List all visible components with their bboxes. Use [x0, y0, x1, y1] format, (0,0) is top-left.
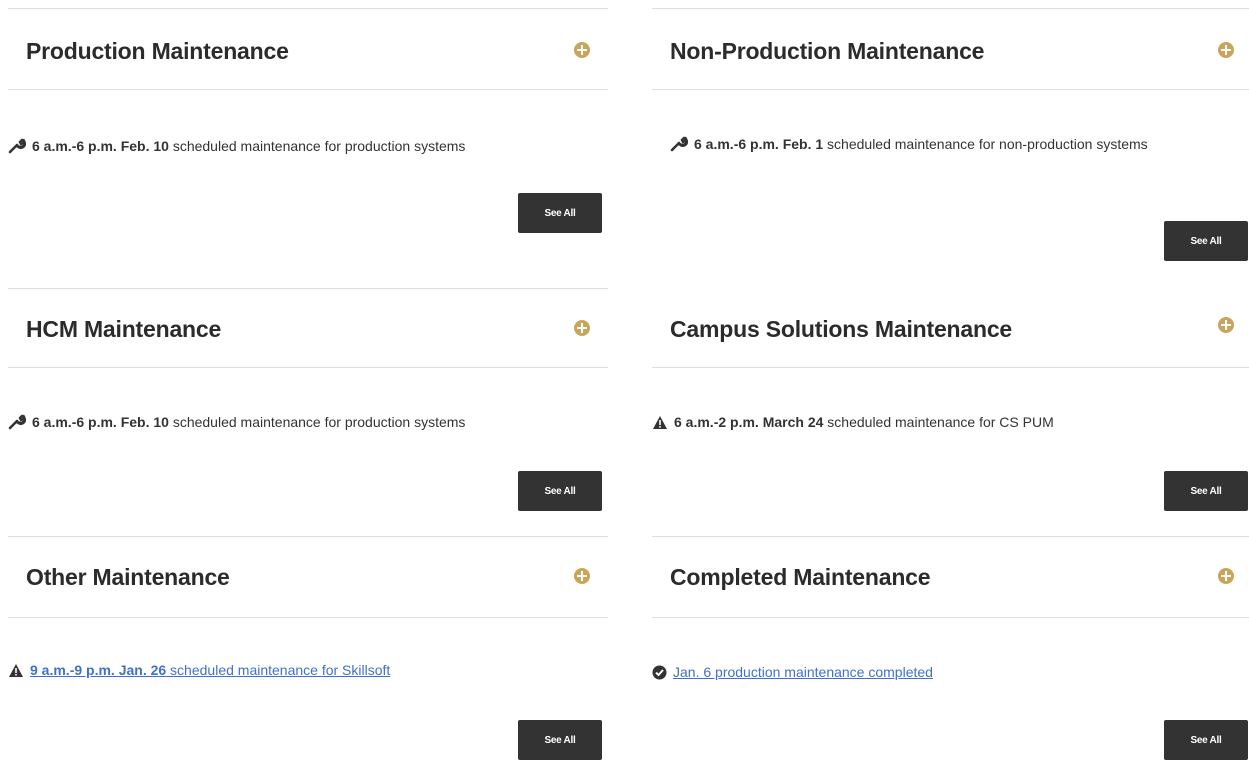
- section-title: Campus Solutions Maintenance: [670, 316, 1013, 342]
- maintenance-entry: 6 a.m.-2 p.m. March 24 scheduled mainten…: [652, 410, 1249, 437]
- wrench-icon: [8, 413, 27, 437]
- entry-text: scheduled maintenance for production sys…: [168, 414, 466, 430]
- section-title: Production Maintenance: [26, 38, 289, 64]
- entry-text: scheduled maintenance for production sys…: [168, 138, 466, 154]
- expand-plus-icon[interactable]: [1218, 317, 1234, 333]
- divider: [8, 89, 608, 90]
- divider: [8, 617, 608, 618]
- entry-time: 6 a.m.-6 p.m. Feb. 10: [32, 138, 169, 154]
- section-title: Completed Maintenance: [670, 564, 931, 590]
- divider: [8, 288, 608, 289]
- divider: [8, 536, 608, 537]
- check-circle-icon: [652, 663, 667, 687]
- see-all-button[interactable]: See All: [518, 720, 602, 760]
- expand-plus-icon[interactable]: [574, 320, 590, 336]
- see-all-button[interactable]: See All: [1164, 221, 1248, 261]
- divider: [652, 89, 1249, 90]
- expand-plus-icon[interactable]: [1218, 42, 1234, 58]
- panel-completed-maintenance: Completed Maintenance Jan. 6 production …: [652, 536, 1249, 760]
- see-all-button[interactable]: See All: [1164, 471, 1248, 511]
- see-all-button[interactable]: See All: [518, 471, 602, 511]
- section-title: Non-Production Maintenance: [670, 38, 985, 64]
- entry-time: 6 a.m.-6 p.m. Feb. 10: [32, 414, 169, 430]
- expand-plus-icon[interactable]: [574, 568, 590, 584]
- entry-text: scheduled maintenance for Skillsoft: [166, 662, 391, 678]
- panel-campus-solutions-maintenance: Campus Solutions Maintenance 6 a.m.-2 p.…: [652, 288, 1249, 528]
- entry-link[interactable]: 9 a.m.-9 p.m. Jan. 26 scheduled maintena…: [30, 662, 390, 678]
- maintenance-entry: 9 a.m.-9 p.m. Jan. 26 scheduled maintena…: [8, 658, 608, 685]
- divider: [652, 8, 1249, 9]
- section-title: HCM Maintenance: [26, 316, 222, 342]
- section-title: Other Maintenance: [26, 564, 230, 590]
- entry-time: 6 a.m.-2 p.m. March 24: [674, 414, 824, 430]
- wrench-icon: [670, 135, 689, 159]
- maintenance-entry: 6 a.m.-6 p.m. Feb. 10 scheduled maintena…: [8, 134, 608, 161]
- see-all-button[interactable]: See All: [518, 193, 602, 233]
- see-all-button[interactable]: See All: [1164, 720, 1248, 760]
- expand-plus-icon[interactable]: [1218, 568, 1234, 584]
- maintenance-entry: 6 a.m.-6 p.m. Feb. 10 scheduled maintena…: [8, 410, 608, 437]
- maintenance-entry: Jan. 6 production maintenance completed: [652, 660, 1249, 687]
- warning-icon: [8, 661, 24, 685]
- entry-time: 9 a.m.-9 p.m. Jan. 26: [30, 662, 167, 678]
- maintenance-entry: 6 a.m.-6 p.m. Feb. 1 scheduled maintenan…: [670, 132, 1210, 159]
- entry-text: scheduled maintenance for non-production…: [823, 136, 1148, 152]
- entry-time: 6 a.m.-6 p.m. Feb. 1: [694, 136, 824, 152]
- divider: [652, 367, 1249, 368]
- wrench-icon: [8, 137, 27, 161]
- entry-text: scheduled maintenance for CS PUM: [823, 414, 1054, 430]
- divider: [8, 8, 608, 9]
- panel-production-maintenance: Production Maintenance 6 a.m.-6 p.m. Feb…: [8, 8, 608, 248]
- entry-link[interactable]: Jan. 6 production maintenance completed: [673, 664, 933, 680]
- divider: [8, 367, 608, 368]
- warning-icon: [652, 413, 668, 437]
- panel-other-maintenance: Other Maintenance 9 a.m.-9 p.m. Jan. 26 …: [8, 536, 608, 760]
- expand-plus-icon[interactable]: [574, 42, 590, 58]
- divider: [652, 536, 1249, 537]
- panel-non-production-maintenance: Non-Production Maintenance 6 a.m.-6 p.m.…: [652, 8, 1249, 278]
- divider: [652, 617, 1249, 618]
- panel-hcm-maintenance: HCM Maintenance 6 a.m.-6 p.m. Feb. 10 sc…: [8, 288, 608, 528]
